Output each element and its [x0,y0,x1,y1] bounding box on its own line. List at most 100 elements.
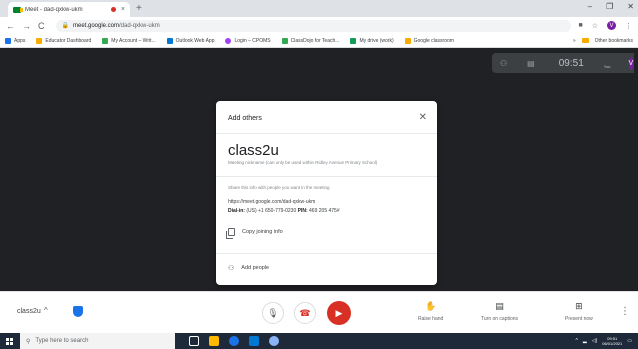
dialog-title: Add others [228,115,262,122]
captions-button[interactable]: ▤ Turn on captions [481,301,518,322]
reload-icon[interactable]: C [38,21,45,31]
profile-avatar[interactable]: V [607,21,616,30]
self-avatar: V [628,56,634,70]
divider [216,133,437,134]
more-options-icon[interactable]: ⋮ [620,306,630,317]
classroom-icon [404,37,411,44]
participants-icon[interactable]: ⚇ [500,59,507,68]
camera-off-button[interactable]: ▶ [327,301,351,325]
back-arrow-icon[interactable]: ← [6,21,15,31]
minimize-button[interactable]: – [588,2,592,11]
share-info-note: Share this info with people you want in … [228,185,330,190]
bookmark-star-icon[interactable]: ☆ [592,22,598,30]
bookmark-my-drive[interactable]: My drive (work) [350,37,394,44]
network-icon[interactable]: ▂ [583,338,587,344]
bookmark-outlook[interactable]: Outlook Web App [166,37,214,44]
meeting-safety-shield-icon[interactable] [73,306,83,317]
you-label: You [603,63,611,69]
lock-icon: 🔒 [61,23,69,29]
close-icon[interactable]: ✕ [419,112,427,123]
pin-value: 469 205 475# [309,208,340,214]
search-placeholder: Type here to search [35,338,89,344]
notifications-icon[interactable]: ▭ [627,338,632,344]
add-people-button[interactable]: ⚇ Add people [228,264,269,272]
add-person-icon: ⚇ [228,265,235,272]
task-view-icon[interactable] [189,336,199,346]
educator-icon [36,37,43,44]
browser-tab-meet[interactable]: Meet - dad-qxkw-ukm × [8,2,130,17]
present-now-button[interactable]: ⊞ Present now [565,301,593,322]
bookmark-my-account[interactable]: My Account – Writ... [102,37,156,44]
cpoms-icon [225,37,232,44]
chat-icon[interactable]: ▤ [527,59,535,68]
dial-in-label: Dial-in: [228,208,245,214]
meeting-nickname: class2u [228,142,279,159]
other-bookmarks-link[interactable]: Other bookmarks [595,38,633,44]
raise-hand-button[interactable]: ✋ Raise hand [418,301,443,322]
raise-hand-label: Raise hand [418,316,444,322]
captions-label: Turn on captions [481,316,519,322]
dial-in-info: Dial-in: (US) +1 650-779-0230 PIN: 469 2… [228,208,340,214]
new-tab-button[interactable]: + [136,4,142,14]
chevron-up-icon[interactable]: ^ [576,338,578,344]
microphone-button[interactable]: 🎙 [262,302,284,324]
forward-arrow-icon[interactable]: → [22,21,31,31]
paint-icon[interactable] [269,336,279,346]
divider [216,253,437,254]
account-icon [102,37,109,44]
dial-in-number: (US) +1 650-779-0230 [246,208,297,214]
toolbar-right: ■ ☆ V ⋮ [578,21,632,30]
meeting-clock: 09:51 [558,57,584,69]
microphone-icon: 🎙 [267,307,279,318]
copy-icon [226,228,235,239]
nickname-note: Meeting nickname (can only be used withi… [228,160,378,165]
captions-icon: ▤ [495,301,504,311]
bookmarks-right: » Other bookmarks [573,38,633,44]
apps-grid-icon [5,37,11,44]
system-tray: ^ ▂ ◁) 09:51 06/01/2021 ▭ [576,336,638,346]
copy-joining-info-button[interactable]: Copy joining info [226,228,283,239]
copy-joining-info-label: Copy joining info [242,229,283,235]
chrome-icon[interactable] [229,336,239,346]
browser-tab-strip: Meet - dad-qxkw-ukm × + – ❐ ✕ [0,0,638,17]
raise-hand-icon: ✋ [425,301,437,311]
bookmark-apps[interactable]: Apps [5,37,25,44]
maximize-button[interactable]: ❐ [606,2,613,11]
close-window-button[interactable]: ✕ [627,2,634,11]
file-explorer-icon[interactable] [209,336,219,346]
camera-in-use-icon[interactable]: ■ [578,22,582,29]
outlook-icon [166,37,173,44]
meet-control-bar: class2u ^ 🎙 ☎ ▶ ✋ Raise hand ▤ Turn on c… [0,291,638,333]
browser-toolbar: ← → C 🔒 meet.google.com/dad-qxkw-ukm ■ ☆… [0,17,638,34]
window-controls: – ❐ ✕ [588,2,634,11]
classdojo-icon [281,37,288,44]
taskbar-search-box[interactable]: ⚲ Type here to search [20,333,175,349]
outlook-app-icon[interactable] [249,336,259,346]
meet-top-right-panel: ⚇ ▤ 09:51 You V [492,53,634,73]
present-icon: ⊞ [575,301,583,311]
more-bookmarks-button[interactable]: » [573,38,576,44]
meeting-name: class2u [17,308,41,315]
camera-off-icon: ▶ [335,307,343,318]
pin-label: PIN: [297,208,308,214]
url-host: meet.google.com [72,22,120,29]
windows-start-icon[interactable] [2,333,16,349]
menu-kebab-icon[interactable]: ⋮ [625,22,632,30]
tab-close-button[interactable]: × [121,6,125,13]
leave-call-button[interactable]: ☎ [294,302,316,324]
hang-up-icon: ☎ [299,307,311,318]
bookmark-educator-dashboard[interactable]: Educator Dashboard [36,37,91,44]
bookmark-cpoms[interactable]: Login – CPOMS [225,37,271,44]
chevron-up-icon[interactable]: ^ [44,306,48,315]
taskbar-clock[interactable]: 09:51 06/01/2021 [602,336,622,346]
address-bar[interactable]: 🔒 meet.google.com/dad-qxkw-ukm [55,19,572,32]
bookmark-classdojo[interactable]: ClassDojo for Teach... [281,37,339,44]
taskbar-pinned-apps [189,336,279,346]
url-path: /dad-qxkw-ukm [119,22,160,29]
meeting-link: https://meet.google.com/dad-qxkw-ukm [228,199,316,205]
folder-icon [581,38,589,43]
volume-icon[interactable]: ◁) [592,338,598,344]
bookmarks-bar: Apps Educator Dashboard My Account – Wri… [0,34,638,48]
windows-taskbar: ⚲ Type here to search ^ ▂ ◁) 09:51 06/01… [0,333,638,349]
bookmark-google-classroom[interactable]: Google classroom [404,37,454,44]
